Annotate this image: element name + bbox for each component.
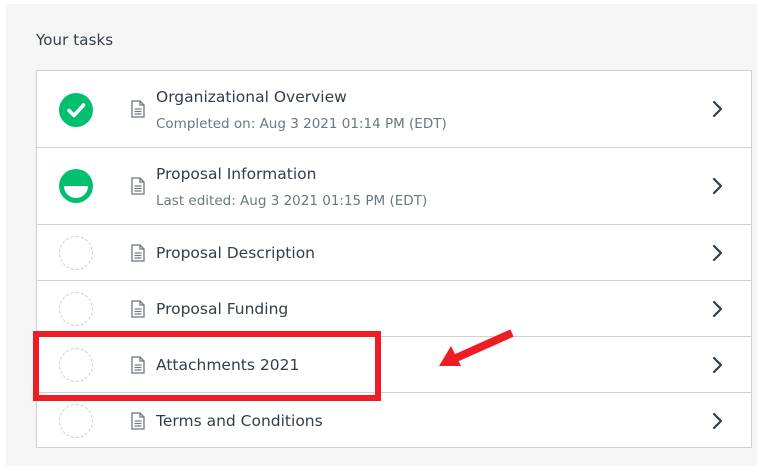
chevron-right-icon <box>712 100 723 118</box>
task-status-text: Completed on: Aug 3 2021 01:14 PM (EDT) <box>156 116 447 132</box>
chevron-right-icon <box>712 244 723 262</box>
task-row-proposal-information[interactable]: Proposal Information Last edited: Aug 3 … <box>37 148 751 225</box>
chevron-right-icon <box>712 177 723 195</box>
task-row-proposal-funding[interactable]: Proposal Funding <box>37 281 751 337</box>
task-title: Proposal Funding <box>156 300 289 318</box>
in-progress-icon <box>59 169 93 203</box>
task-row-terms-and-conditions[interactable]: Terms and Conditions <box>37 393 751 447</box>
document-icon <box>131 244 145 262</box>
task-row-proposal-description[interactable]: Proposal Description <box>37 225 751 281</box>
document-icon <box>131 100 145 118</box>
not-started-icon <box>59 292 93 326</box>
completed-check-icon <box>59 93 93 127</box>
section-heading: Your tasks <box>36 31 114 49</box>
task-title: Proposal Description <box>156 244 315 262</box>
document-icon <box>131 300 145 318</box>
document-icon <box>131 412 145 430</box>
chevron-right-icon <box>712 356 723 374</box>
chevron-right-icon <box>712 300 723 318</box>
task-title: Terms and Conditions <box>156 412 323 430</box>
chevron-right-icon <box>712 412 723 430</box>
task-title: Proposal Information <box>156 165 317 183</box>
task-row-organizational-overview[interactable]: Organizational Overview Completed on: Au… <box>37 71 751 148</box>
task-title: Organizational Overview <box>156 88 347 106</box>
highlight-box-annotation <box>33 331 381 401</box>
not-started-icon <box>59 404 93 438</box>
task-status-text: Last edited: Aug 3 2021 01:15 PM (EDT) <box>156 193 428 209</box>
not-started-icon <box>59 236 93 270</box>
document-icon <box>131 177 145 195</box>
red-arrow-annotation <box>439 329 514 366</box>
